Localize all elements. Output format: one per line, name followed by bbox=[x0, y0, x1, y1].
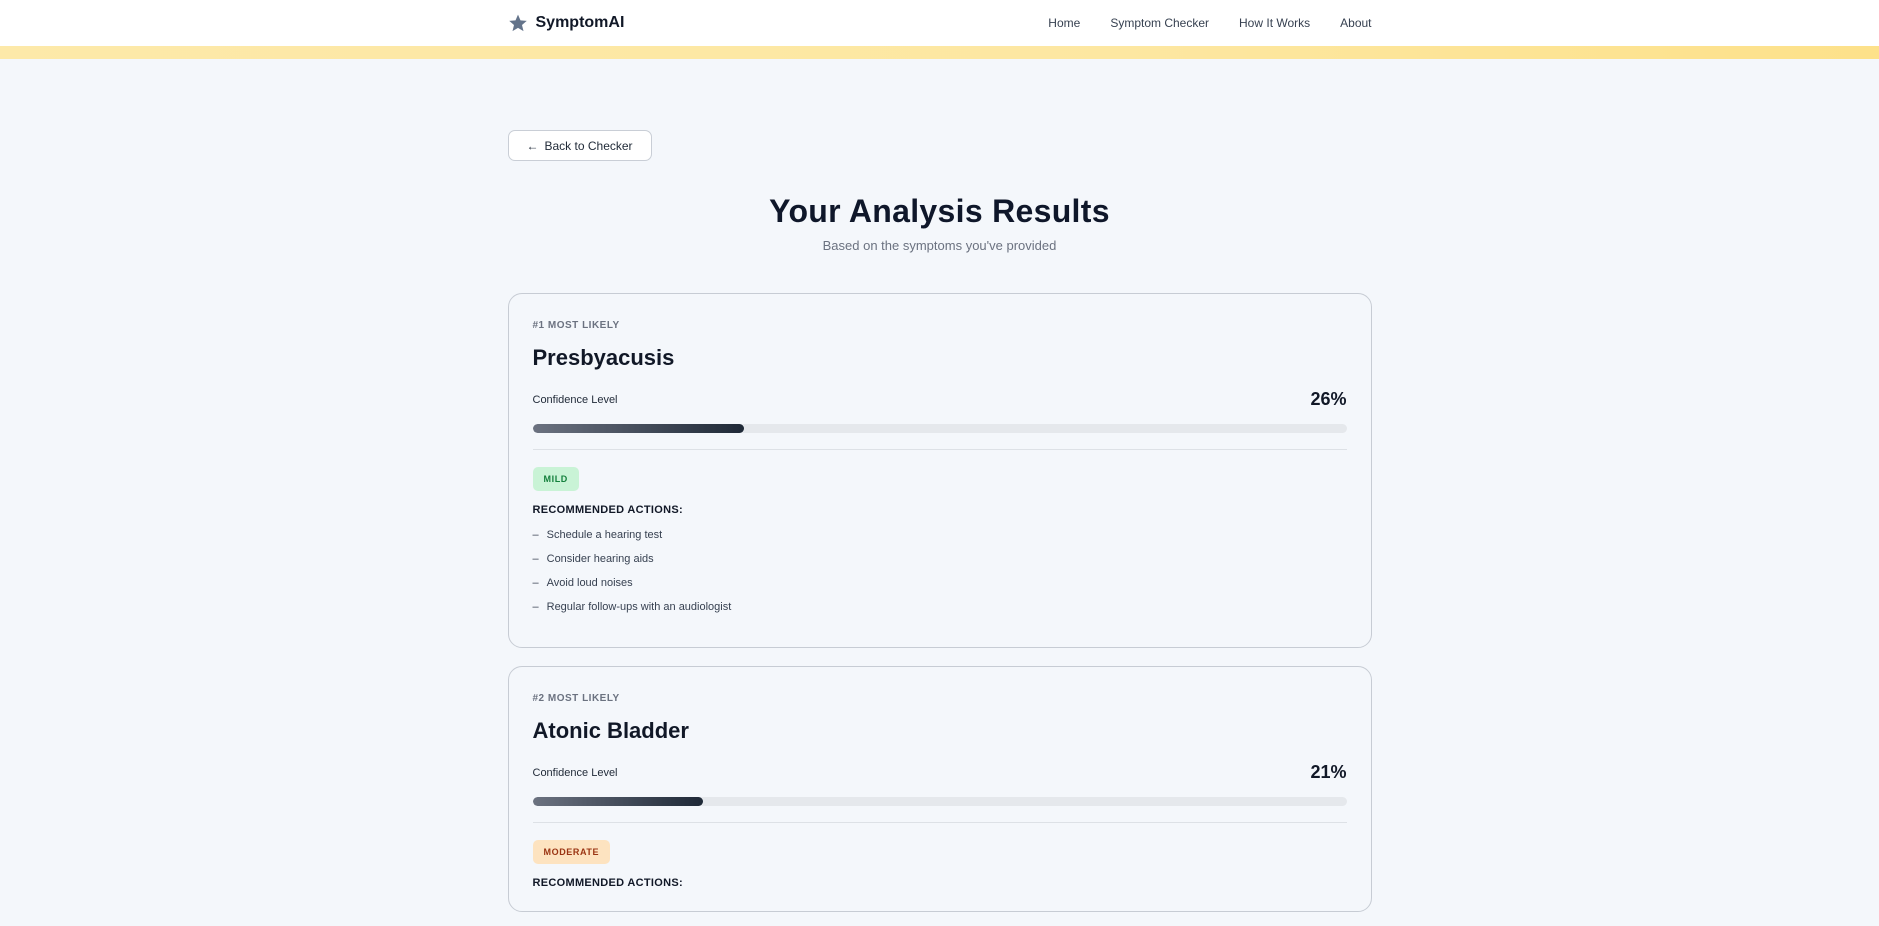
back-button-label: Back to Checker bbox=[544, 138, 633, 153]
back-to-checker-button[interactable]: ← Back to Checker bbox=[507, 130, 652, 161]
top-nav: SymptomAI Home Symptom Checker How It Wo… bbox=[0, 0, 1879, 46]
confidence-percent: 21% bbox=[1310, 762, 1347, 782]
dash-icon: – bbox=[532, 529, 539, 541]
condition-name: Presbyacusis bbox=[532, 345, 675, 370]
action-text: Schedule a hearing test bbox=[546, 529, 663, 541]
dash-icon: – bbox=[532, 553, 539, 565]
nav-link-home[interactable]: Home bbox=[1048, 16, 1080, 30]
confidence-label: Confidence Level bbox=[532, 766, 618, 779]
confidence-bar-fill bbox=[532, 424, 745, 433]
confidence-label: Confidence Level bbox=[532, 393, 618, 406]
top-banner bbox=[0, 46, 1879, 59]
confidence-bar bbox=[532, 424, 1347, 433]
result-card: #1 MOST LIKELY Presbyacusis Confidence L… bbox=[507, 293, 1372, 648]
result-rank: #2 MOST LIKELY bbox=[532, 693, 620, 704]
nav-links: Home Symptom Checker How It Works About bbox=[1048, 16, 1371, 30]
nav-link-symptom-checker[interactable]: Symptom Checker bbox=[1110, 16, 1209, 30]
dash-icon: – bbox=[532, 601, 539, 613]
divider bbox=[532, 822, 1347, 823]
result-card: #2 MOST LIKELY Atonic Bladder Confidence… bbox=[507, 666, 1372, 912]
recommended-actions-title: RECOMMENDED ACTIONS: bbox=[532, 504, 683, 516]
arrow-left-icon: ← bbox=[526, 138, 539, 153]
brand[interactable]: SymptomAI bbox=[508, 13, 625, 33]
action-item: – Regular follow-ups with an audiologist bbox=[533, 601, 1347, 625]
recommended-actions-list: – Schedule a hearing test – Consider heari… bbox=[533, 529, 1347, 625]
recommended-actions-title: RECOMMENDED ACTIONS: bbox=[532, 877, 683, 889]
condition-name: Atonic Bladder bbox=[532, 718, 689, 743]
brand-name: SymptomAI bbox=[535, 14, 625, 31]
action-text: Consider hearing aids bbox=[546, 553, 654, 565]
action-text: Regular follow-ups with an audiologist bbox=[546, 601, 732, 613]
nav-link-how-it-works[interactable]: How It Works bbox=[1239, 16, 1310, 30]
severity-badge: MILD bbox=[532, 467, 579, 491]
results-main: ← Back to Checker Your Analysis Results … bbox=[507, 59, 1372, 912]
page-title: Your Analysis Results bbox=[769, 193, 1110, 229]
confidence-bar bbox=[532, 797, 1347, 806]
page-subtitle: Based on the symptoms you've provided bbox=[822, 238, 1057, 253]
severity-badge: MODERATE bbox=[532, 840, 611, 864]
action-item: – Avoid loud noises bbox=[533, 577, 1347, 601]
nav-link-about[interactable]: About bbox=[1340, 16, 1371, 30]
confidence-percent: 26% bbox=[1310, 389, 1347, 409]
dash-icon: – bbox=[532, 577, 539, 589]
confidence-bar-fill bbox=[532, 797, 704, 806]
star-logo-icon bbox=[508, 14, 527, 32]
result-rank: #1 MOST LIKELY bbox=[532, 320, 620, 331]
action-item: – Consider hearing aids bbox=[533, 553, 1347, 577]
divider bbox=[532, 449, 1347, 450]
action-item: – Schedule a hearing test bbox=[533, 529, 1347, 553]
action-text: Avoid loud noises bbox=[546, 577, 633, 589]
